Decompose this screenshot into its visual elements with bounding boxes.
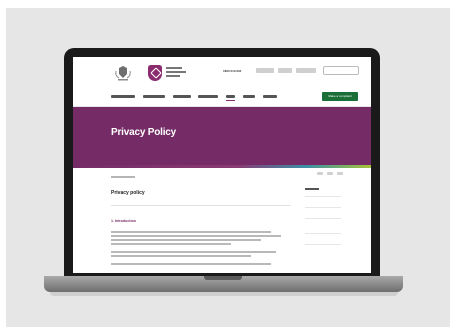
nav-item-1[interactable] bbox=[111, 95, 135, 98]
sidebar-title bbox=[305, 188, 319, 190]
nav-item-2[interactable] bbox=[143, 95, 165, 98]
paragraph-line bbox=[111, 243, 231, 245]
paragraph-line bbox=[111, 239, 261, 241]
phone-number[interactable]: 1800 019 634 bbox=[223, 69, 241, 73]
sidebar bbox=[305, 170, 355, 270]
paragraph-line bbox=[111, 263, 271, 265]
divider bbox=[111, 205, 291, 206]
site-header: 1800 019 634 bbox=[73, 57, 371, 87]
section-heading: 1. Introduction bbox=[111, 219, 136, 223]
sidebar-item[interactable] bbox=[305, 218, 341, 233]
hero-title: Privacy Policy bbox=[111, 127, 177, 138]
share-icon[interactable] bbox=[317, 172, 323, 175]
nav-item-3[interactable] bbox=[173, 95, 191, 98]
paragraph-line bbox=[111, 255, 251, 257]
laptop-screen: 1800 019 634 Make a complaint Privacy Po… bbox=[73, 57, 371, 273]
background-stage: 1800 019 634 Make a complaint Privacy Po… bbox=[6, 8, 450, 327]
shield-logo-icon[interactable] bbox=[148, 65, 162, 81]
sidebar-item[interactable] bbox=[305, 233, 341, 244]
laptop-lid: 1800 019 634 Make a complaint Privacy Po… bbox=[64, 48, 380, 276]
page-heading: Privacy policy bbox=[111, 190, 145, 196]
email-icon[interactable] bbox=[337, 172, 343, 175]
search-input[interactable] bbox=[323, 66, 359, 75]
util-link-3[interactable] bbox=[296, 68, 316, 73]
nav-item-7[interactable] bbox=[263, 95, 277, 98]
sidebar-item[interactable] bbox=[305, 196, 341, 207]
paragraph-line bbox=[111, 231, 271, 233]
laptop-notch bbox=[204, 276, 242, 280]
paragraph-line bbox=[111, 251, 276, 253]
main-nav: Make a complaint bbox=[73, 87, 371, 107]
organisation-name bbox=[166, 67, 186, 79]
share-tools bbox=[305, 170, 355, 178]
laptop-base bbox=[44, 276, 403, 292]
paragraph-line bbox=[111, 235, 281, 237]
coat-of-arms-icon bbox=[115, 66, 131, 81]
sidebar-item[interactable] bbox=[305, 207, 341, 218]
main-content: Privacy policy 1. Introduction bbox=[73, 168, 371, 273]
util-link-1[interactable] bbox=[256, 68, 274, 73]
sidebar-item[interactable] bbox=[305, 244, 341, 259]
print-icon[interactable] bbox=[327, 172, 333, 175]
hero-banner: Privacy Policy bbox=[73, 107, 371, 165]
util-link-2[interactable] bbox=[278, 68, 292, 73]
laptop-shadow bbox=[50, 292, 398, 296]
nav-item-5[interactable] bbox=[226, 95, 235, 101]
breadcrumb[interactable] bbox=[111, 176, 135, 178]
nav-item-4[interactable] bbox=[198, 95, 218, 98]
make-complaint-button[interactable]: Make a complaint bbox=[322, 92, 358, 101]
nav-item-6[interactable] bbox=[243, 95, 255, 98]
